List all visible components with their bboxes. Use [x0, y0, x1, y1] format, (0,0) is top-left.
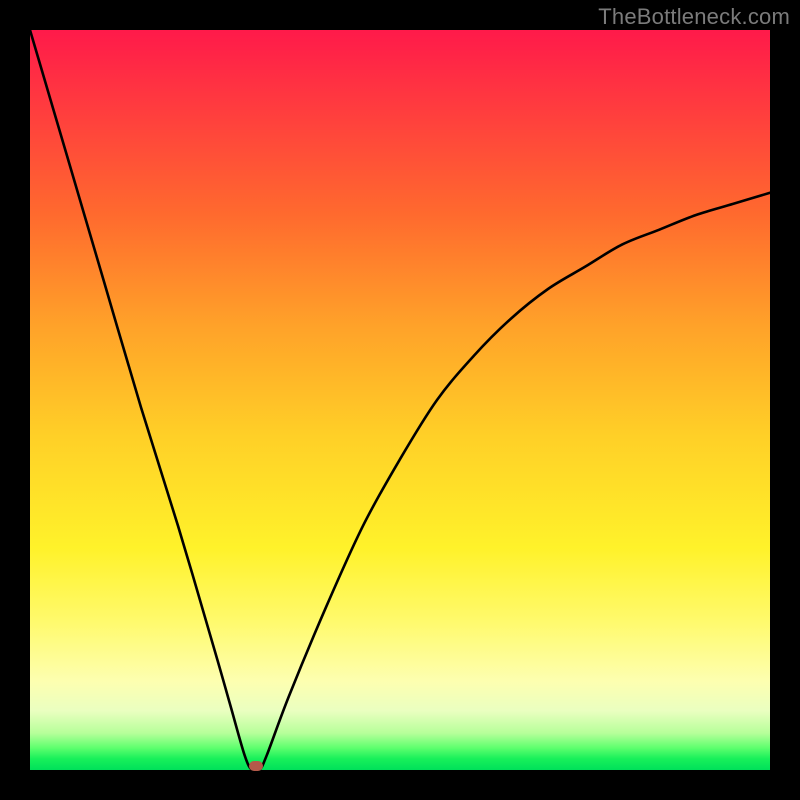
bottleneck-curve [30, 30, 770, 770]
chart-frame: TheBottleneck.com [0, 0, 800, 800]
plot-area [30, 30, 770, 770]
watermark-text: TheBottleneck.com [598, 4, 790, 30]
optimal-point-marker [249, 761, 263, 771]
